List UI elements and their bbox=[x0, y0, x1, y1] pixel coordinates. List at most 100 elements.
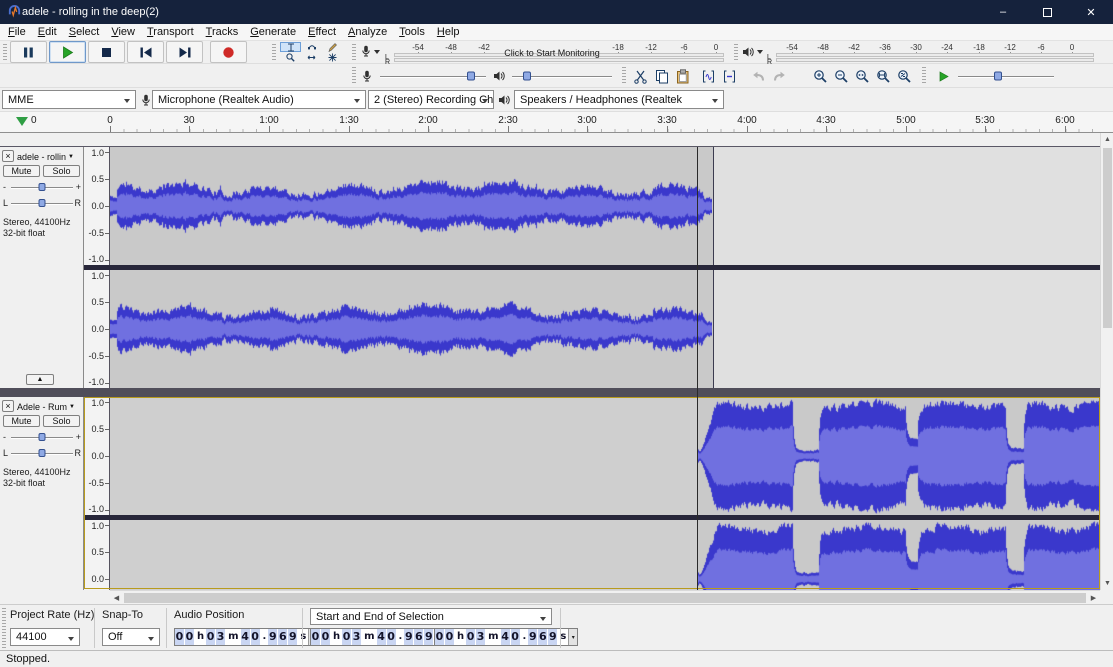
track1-mute-button[interactable]: Mute bbox=[3, 165, 40, 177]
redo-button[interactable] bbox=[769, 66, 789, 86]
track2-clip-right-channel[interactable] bbox=[697, 520, 1100, 590]
draw-tool-button[interactable] bbox=[322, 42, 343, 52]
selection-toolbar-grip[interactable] bbox=[2, 608, 6, 648]
track2-control-panel[interactable]: × Adele - Rum ▼ Mute Solo - + L R Stereo… bbox=[0, 397, 84, 590]
play-at-speed-button[interactable] bbox=[932, 66, 954, 86]
silence-audio-button[interactable] bbox=[719, 66, 739, 86]
play-at-speed-grip[interactable] bbox=[922, 67, 926, 85]
menu-effect[interactable]: Effect bbox=[302, 25, 342, 39]
track1-control-panel[interactable]: × adele - rollin ▼ Mute Solo - + L R Ste… bbox=[0, 147, 84, 388]
scroll-down-arrow[interactable]: ▼ bbox=[1101, 577, 1113, 590]
menu-help[interactable]: Help bbox=[431, 25, 466, 39]
playback-meter-speaker-icon[interactable] bbox=[742, 46, 754, 58]
track2-mute-button[interactable]: Mute bbox=[3, 415, 40, 427]
playback-meter-dropdown-icon[interactable] bbox=[757, 50, 763, 54]
paste-button[interactable] bbox=[672, 66, 692, 86]
recording-channels-select[interactable]: 2 (Stereo) Recording Cha bbox=[368, 90, 494, 109]
mixer-toolbar-grip[interactable] bbox=[352, 67, 356, 85]
recording-meter-grip[interactable] bbox=[352, 44, 356, 61]
scroll-left-arrow[interactable]: ◀ bbox=[110, 591, 123, 605]
track1-collapse-button[interactable]: ▲ bbox=[26, 374, 54, 385]
track2-clip-left-channel[interactable] bbox=[697, 397, 1100, 515]
recording-meter-mic-icon[interactable] bbox=[360, 45, 372, 58]
selection-end-field[interactable]: 00h03m40.969s▾ bbox=[434, 628, 578, 646]
play-speed-slider-thumb[interactable] bbox=[994, 72, 1002, 81]
skip-to-start-button[interactable] bbox=[127, 41, 164, 63]
close-button[interactable]: ✕ bbox=[1069, 0, 1113, 24]
track1-close-button[interactable]: × bbox=[2, 150, 14, 162]
scroll-right-arrow[interactable]: ▶ bbox=[1087, 591, 1100, 605]
menu-tools[interactable]: Tools bbox=[393, 25, 431, 39]
skip-to-end-button[interactable] bbox=[166, 41, 203, 63]
menu-analyze[interactable]: Analyze bbox=[342, 25, 393, 39]
maximize-button[interactable] bbox=[1025, 0, 1069, 24]
track2-gain-slider[interactable]: - + bbox=[3, 431, 81, 443]
selection-tool-button[interactable] bbox=[280, 42, 301, 52]
track1-title-menu[interactable]: adele - rollin ▼ bbox=[17, 151, 81, 163]
playback-device-select[interactable]: Speakers / Headphones (Realtek bbox=[514, 90, 724, 109]
selection-mode-select[interactable]: Start and End of Selection bbox=[310, 608, 552, 625]
track2-solo-button[interactable]: Solo bbox=[43, 415, 80, 427]
menu-generate[interactable]: Generate bbox=[244, 25, 302, 39]
horizontal-scrollbar[interactable]: ◀ ▶ bbox=[110, 590, 1100, 604]
recording-meter[interactable]: L R -54 -48 -42 -18 -12 -6 0 Click to St… bbox=[384, 42, 728, 63]
menu-transport[interactable]: Transport bbox=[141, 25, 200, 39]
menu-file[interactable]: File bbox=[2, 25, 32, 39]
recording-volume-slider[interactable] bbox=[380, 68, 486, 84]
fit-selection-button[interactable] bbox=[852, 66, 872, 86]
snap-to-select[interactable]: Off bbox=[102, 628, 160, 646]
project-rate-select[interactable]: 44100 bbox=[10, 628, 80, 646]
recording-device-select[interactable]: Microphone (Realtek Audio) bbox=[152, 90, 366, 109]
vertical-scrollbar-thumb[interactable] bbox=[1103, 148, 1112, 328]
envelope-tool-button[interactable] bbox=[301, 42, 322, 52]
track2-vertical-ruler[interactable]: 1.0 0.5 0.0 -0.5 -1.0 1.0 0.5 0.0 bbox=[84, 397, 110, 590]
audio-position-field[interactable]: 00h03m40.969s▾ bbox=[174, 628, 318, 646]
fit-project-button[interactable] bbox=[873, 66, 893, 86]
menu-edit[interactable]: Edit bbox=[32, 25, 63, 39]
stop-button[interactable] bbox=[88, 41, 125, 63]
track2-waveform-left[interactable] bbox=[698, 397, 1100, 515]
track2-pan-thumb[interactable] bbox=[39, 449, 46, 457]
zoom-out-button[interactable] bbox=[831, 66, 851, 86]
track1-gain-slider[interactable]: - + bbox=[3, 181, 81, 193]
multi-tool-button[interactable] bbox=[322, 52, 343, 62]
edit-toolbar-grip[interactable] bbox=[622, 67, 626, 85]
playhead-pin-icon[interactable] bbox=[16, 117, 28, 132]
timecode-dropdown-icon[interactable]: ▾ bbox=[568, 629, 577, 645]
tools-toolbar-grip[interactable] bbox=[272, 44, 276, 61]
track2-close-button[interactable]: × bbox=[2, 400, 14, 412]
horizontal-scrollbar-thumb[interactable] bbox=[124, 593, 1086, 603]
track2-gain-thumb[interactable] bbox=[39, 433, 46, 441]
timeline-ruler[interactable]: 0 0 30 1:00 1:30 2:00 2:30 3:00 3:30 4:0… bbox=[0, 112, 1113, 133]
record-button[interactable] bbox=[210, 41, 247, 63]
track2-title-menu[interactable]: Adele - Rum ▼ bbox=[17, 401, 81, 413]
playback-volume-slider-thumb[interactable] bbox=[523, 72, 531, 81]
transport-toolbar-grip[interactable] bbox=[3, 44, 7, 61]
audio-host-select[interactable]: MME bbox=[2, 90, 136, 109]
trim-audio-button[interactable] bbox=[698, 66, 718, 86]
playback-meter[interactable]: L R -54 -48 -42 -36 -30 -24 -18 -12 -6 0 bbox=[766, 42, 1100, 63]
scroll-up-arrow[interactable]: ▲ bbox=[1101, 133, 1113, 146]
cut-button[interactable] bbox=[630, 66, 650, 86]
track1-waveform-left[interactable] bbox=[110, 147, 712, 265]
monitoring-hint[interactable]: Click to Start Monitoring bbox=[487, 48, 617, 58]
undo-button[interactable] bbox=[748, 66, 768, 86]
playback-volume-slider[interactable] bbox=[512, 68, 612, 84]
play-speed-slider[interactable] bbox=[958, 68, 1054, 84]
track1-waveform-right[interactable] bbox=[110, 270, 712, 388]
recording-meter-dropdown-icon[interactable] bbox=[374, 50, 380, 54]
track1-solo-button[interactable]: Solo bbox=[43, 165, 80, 177]
playback-meter-grip[interactable] bbox=[734, 44, 738, 61]
menu-select[interactable]: Select bbox=[63, 25, 106, 39]
track1-clip-left-channel[interactable] bbox=[110, 147, 714, 265]
track2-pan-slider[interactable]: L R bbox=[3, 447, 81, 459]
copy-button[interactable] bbox=[651, 66, 671, 86]
time-shift-tool-button[interactable] bbox=[301, 52, 322, 62]
track1-clip-right-channel[interactable] bbox=[110, 270, 714, 388]
pause-button[interactable] bbox=[10, 41, 47, 63]
menu-tracks[interactable]: Tracks bbox=[200, 25, 245, 39]
track2-waveform-right[interactable] bbox=[698, 520, 1100, 590]
track2-waveform-lane[interactable] bbox=[110, 397, 1100, 590]
zoom-tool-button[interactable] bbox=[280, 52, 301, 62]
play-button[interactable] bbox=[49, 41, 86, 63]
